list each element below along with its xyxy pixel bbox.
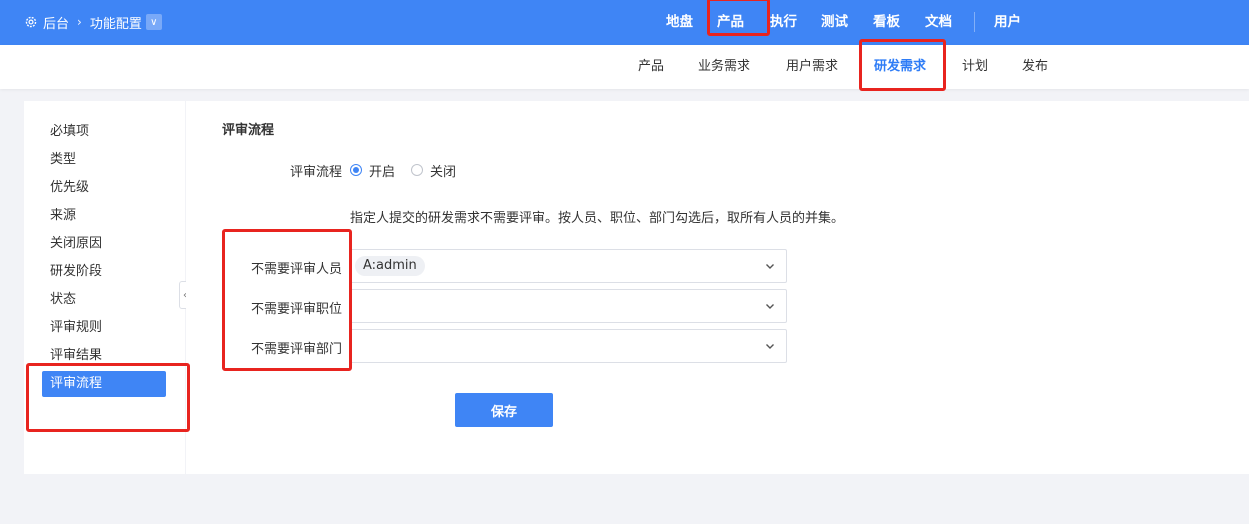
gear-icon xyxy=(25,16,37,28)
subnav-dev-requirement[interactable]: 研发需求 xyxy=(874,57,926,77)
radio-enable[interactable] xyxy=(350,164,362,176)
chevron-down-icon xyxy=(766,344,774,349)
sidebar-item-required[interactable]: 必填项 xyxy=(42,119,166,145)
sub-nav: 产品 业务需求 用户需求 研发需求 计划 发布 xyxy=(0,45,1249,89)
chevron-down-icon xyxy=(766,304,774,309)
sidebar-item-review-flow[interactable]: 评审流程 xyxy=(42,371,166,397)
sidebar-item-type[interactable]: 类型 xyxy=(42,147,166,173)
field-label-no-review-users: 不需要评审人员 xyxy=(251,262,343,277)
radio-disable-label[interactable]: 关闭 xyxy=(430,161,456,180)
chevron-right-icon: › xyxy=(77,15,82,29)
sidebar-item-review-result[interactable]: 评审结果 xyxy=(42,343,166,369)
save-button[interactable]: 保存 xyxy=(455,393,553,427)
nav-user[interactable]: 用户 xyxy=(994,12,1021,32)
sidebar-item-status[interactable]: 状态 xyxy=(42,287,166,313)
breadcrumb-current[interactable]: 功能配置 xyxy=(90,13,142,32)
nav-execution[interactable]: 执行 xyxy=(770,12,797,32)
sidebar: 必填项 类型 优先级 来源 关闭原因 研发阶段 状态 评审规则 评审结果 评审流… xyxy=(24,101,185,474)
review-flow-label: 评审流程 xyxy=(290,165,343,180)
sidebar-item-close-reason[interactable]: 关闭原因 xyxy=(42,231,166,257)
hint-text: 指定人提交的研发需求不需要评审。按人员、职位、部门勾选后，取所有人员的并集。 xyxy=(350,211,845,226)
sidebar-item-review-rules[interactable]: 评审规则 xyxy=(42,315,166,341)
no-review-positions-select[interactable] xyxy=(350,289,787,323)
user-tag[interactable]: A:admin xyxy=(355,256,425,276)
top-bar: 后台 › 功能配置 ∨ 地盘 产品 执行 测试 看板 文档 用户 xyxy=(0,0,1249,45)
nav-product[interactable]: 产品 xyxy=(717,12,744,32)
field-label-no-review-departments: 不需要评审部门 xyxy=(251,342,343,357)
nav-doc[interactable]: 文档 xyxy=(925,12,952,32)
no-review-users-select[interactable]: A:admin xyxy=(350,249,787,283)
sidebar-item-dev-stage[interactable]: 研发阶段 xyxy=(42,259,166,285)
subnav-business-requirement[interactable]: 业务需求 xyxy=(698,57,750,77)
review-flow-radio-group: 开启 关闭 xyxy=(350,161,472,180)
nav-kanban[interactable]: 看板 xyxy=(873,12,900,32)
subnav-user-requirement[interactable]: 用户需求 xyxy=(786,57,838,77)
subnav-plan[interactable]: 计划 xyxy=(962,57,988,77)
chevron-down-icon[interactable]: ∨ xyxy=(145,14,162,30)
breadcrumb-home[interactable]: 后台 xyxy=(43,13,69,32)
nav-dashboard[interactable]: 地盘 xyxy=(666,12,693,32)
main-panel: 评审流程 评审流程 开启 关闭 指定人提交的研发需求不需要评审。按人员、职位、部… xyxy=(186,101,1249,474)
field-label-no-review-positions: 不需要评审职位 xyxy=(251,302,343,317)
sidebar-item-priority[interactable]: 优先级 xyxy=(42,175,166,201)
no-review-departments-select[interactable] xyxy=(350,329,787,363)
chevron-down-icon xyxy=(766,264,774,269)
radio-disable[interactable] xyxy=(411,164,424,176)
section-title: 评审流程 xyxy=(222,123,275,138)
breadcrumb: 后台 › 功能配置 ∨ xyxy=(24,12,162,32)
nav-divider xyxy=(974,12,975,32)
nav-test[interactable]: 测试 xyxy=(821,12,848,32)
radio-enable-label[interactable]: 开启 xyxy=(369,161,395,180)
sidebar-item-source[interactable]: 来源 xyxy=(42,203,166,229)
subnav-release[interactable]: 发布 xyxy=(1022,57,1048,77)
subnav-product[interactable]: 产品 xyxy=(638,57,664,77)
